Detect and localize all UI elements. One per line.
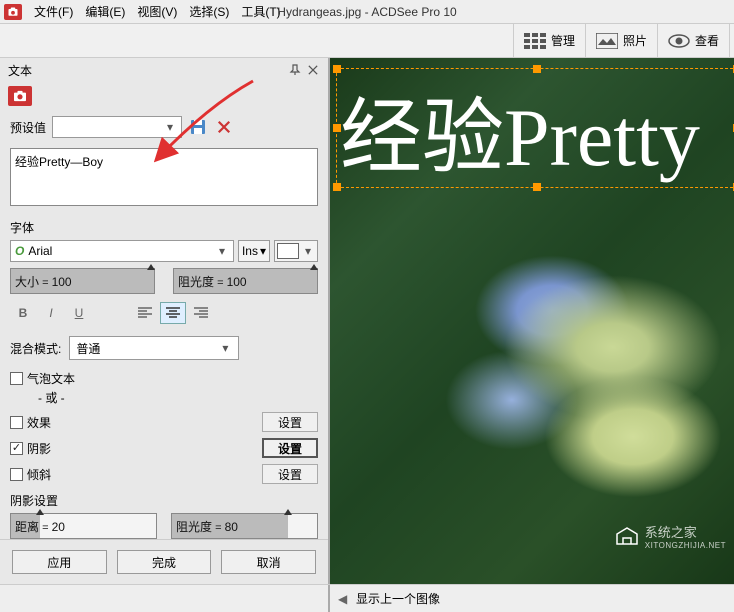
opacity-slider[interactable]: 阻光度 = 100 bbox=[173, 268, 318, 294]
menu-select[interactable]: 选择(S) bbox=[183, 0, 235, 23]
blend-mode-combo[interactable]: 普通 ▾ bbox=[69, 336, 239, 360]
size-slider[interactable]: 大小 = 100 bbox=[10, 268, 155, 294]
align-right-button[interactable] bbox=[188, 302, 214, 324]
panel-body: 预设值 ▾ 字体 O Ari bbox=[0, 110, 328, 539]
font-preview-icon: O bbox=[15, 244, 24, 258]
tab-view[interactable]: 查看 bbox=[657, 24, 730, 57]
bubble-label: 气泡文本 bbox=[27, 370, 75, 387]
shadow-section-label: 阴影设置 bbox=[10, 492, 318, 509]
text-color-button[interactable]: ▾ bbox=[274, 240, 318, 262]
save-preset-button[interactable] bbox=[188, 117, 208, 137]
eye-icon bbox=[668, 33, 690, 49]
underline-button[interactable]: U bbox=[66, 302, 92, 324]
snapshot-button[interactable] bbox=[8, 86, 32, 106]
tab-label: 查看 bbox=[695, 32, 719, 49]
effect-label: 效果 bbox=[27, 414, 51, 431]
text-tool-panel: 文本 预设值 ▾ bbox=[0, 58, 330, 584]
menu-view[interactable]: 视图(V) bbox=[131, 0, 183, 23]
view-mode-tabs: 管理 照片 查看 bbox=[0, 24, 734, 58]
window-title: Hydrangeas.jpg - ACDSee Pro 10 bbox=[277, 5, 456, 19]
align-left-button[interactable] bbox=[132, 302, 158, 324]
panel-title: 文本 bbox=[8, 62, 284, 79]
shadow-opacity-slider[interactable]: 阻光度 = 80 bbox=[171, 513, 318, 539]
panel-header: 文本 bbox=[0, 58, 328, 82]
watermark-logo-icon bbox=[613, 524, 641, 548]
status-text: 显示上一个图像 bbox=[356, 590, 440, 607]
chevron-down-icon: ▾ bbox=[163, 120, 177, 134]
font-combo[interactable]: O Arial ▾ bbox=[10, 240, 234, 262]
pin-icon[interactable] bbox=[288, 63, 302, 77]
shadow-distance-slider[interactable]: 距离 = 20 bbox=[10, 513, 157, 539]
chevron-down-icon: ▾ bbox=[215, 244, 229, 258]
apply-button[interactable]: 应用 bbox=[12, 550, 107, 574]
menubar: 文件(F) 编辑(E) 视图(V) 选择(S) 工具(T) Hydrangeas… bbox=[0, 0, 734, 24]
shadow-settings-button[interactable]: 设置 bbox=[262, 438, 318, 458]
color-swatch bbox=[277, 243, 299, 259]
panel-actions: 应用 完成 取消 bbox=[0, 539, 328, 584]
effect-settings-button[interactable]: 设置 bbox=[262, 412, 318, 432]
text-input[interactable] bbox=[10, 148, 318, 206]
menu-file[interactable]: 文件(F) bbox=[28, 0, 79, 23]
main-area: 文本 预设值 ▾ bbox=[0, 58, 734, 584]
statusbar: ◀ 显示上一个图像 bbox=[0, 584, 734, 612]
prev-image-button[interactable]: ◀ bbox=[338, 593, 350, 605]
font-label: 字体 bbox=[10, 219, 318, 236]
blend-label: 混合模式: bbox=[10, 340, 61, 357]
app-icon bbox=[4, 4, 22, 20]
align-center-button[interactable] bbox=[160, 302, 186, 324]
grid-icon bbox=[524, 33, 546, 49]
chevron-down-icon: ▾ bbox=[218, 341, 232, 355]
bold-button[interactable]: B bbox=[10, 302, 36, 324]
or-divider: - 或 - bbox=[10, 389, 318, 406]
menu-edit[interactable]: 编辑(E) bbox=[79, 0, 131, 23]
shadow-label: 阴影 bbox=[27, 440, 51, 457]
effect-checkbox[interactable] bbox=[10, 416, 23, 429]
bubble-text-checkbox[interactable] bbox=[10, 372, 23, 385]
skew-settings-button[interactable]: 设置 bbox=[262, 464, 318, 484]
done-button[interactable]: 完成 bbox=[117, 550, 212, 574]
tab-label: 照片 bbox=[623, 32, 647, 49]
tab-label: 管理 bbox=[551, 32, 575, 49]
photo-icon bbox=[596, 33, 618, 49]
tab-manage[interactable]: 管理 bbox=[513, 24, 585, 57]
tab-photo[interactable]: 照片 bbox=[585, 24, 657, 57]
preset-combo[interactable]: ▾ bbox=[52, 116, 182, 138]
close-icon[interactable] bbox=[306, 63, 320, 77]
chevron-down-icon: ▾ bbox=[301, 244, 315, 258]
blend-value: 普通 bbox=[76, 340, 100, 357]
cancel-button[interactable]: 取消 bbox=[221, 550, 316, 574]
preset-label: 预设值 bbox=[10, 119, 46, 136]
delete-preset-button[interactable] bbox=[214, 117, 234, 137]
font-name: Arial bbox=[28, 244, 52, 258]
skew-checkbox[interactable] bbox=[10, 468, 23, 481]
canvas-text-overlay[interactable]: 经验Pretty bbox=[340, 70, 700, 189]
image-canvas[interactable]: 经验Pretty 系统之家 XITONGZHIJIA.NET bbox=[330, 58, 734, 584]
skew-label: 倾斜 bbox=[27, 466, 51, 483]
shadow-checkbox[interactable] bbox=[10, 442, 23, 455]
insert-button[interactable]: Ins▾ bbox=[238, 240, 270, 262]
watermark: 系统之家 XITONGZHIJIA.NET bbox=[613, 522, 726, 550]
italic-button[interactable]: I bbox=[38, 302, 64, 324]
